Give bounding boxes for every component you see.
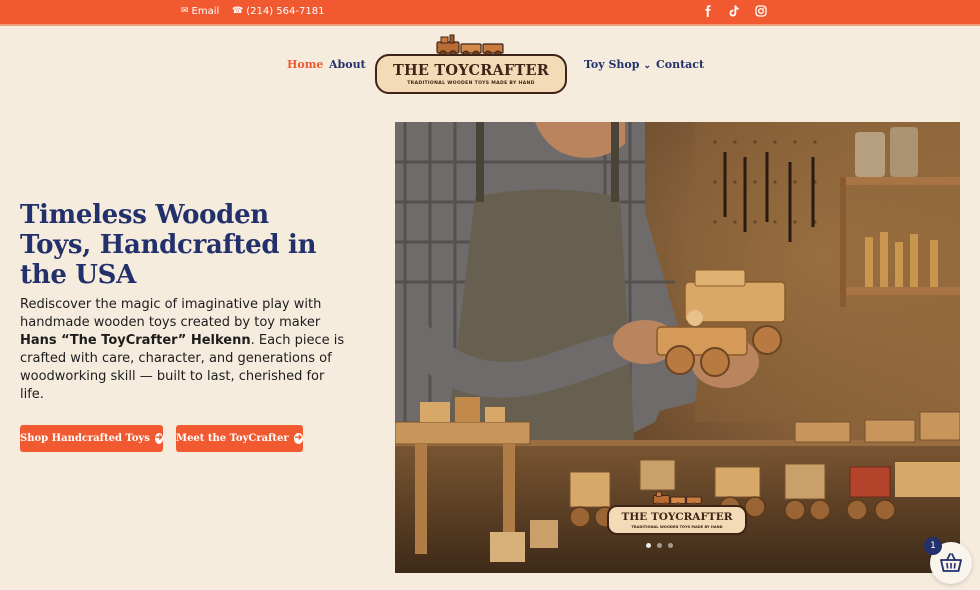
nav-about[interactable]: About bbox=[329, 58, 366, 71]
phone-link[interactable]: ☎ (214) 564-7181 bbox=[232, 0, 324, 22]
nav-toy-shop-label: Toy Shop bbox=[584, 58, 640, 71]
facebook-icon[interactable] bbox=[700, 3, 716, 19]
meet-button-label: Meet the ToyCrafter bbox=[176, 433, 289, 444]
slider-dot[interactable] bbox=[668, 543, 673, 548]
shop-button-label: Shop Handcrafted Toys bbox=[20, 433, 150, 444]
logo-title: The ToyCrafter bbox=[393, 62, 549, 79]
arrow-right-icon: ➜ bbox=[293, 433, 303, 444]
image-watermark-logo: The ToyCrafter TRADITIONAL WOODEN TOYS M… bbox=[607, 489, 747, 537]
hero-description: Rediscover the magic of imaginative play… bbox=[20, 296, 350, 404]
email-link[interactable]: ✉ Email bbox=[181, 0, 219, 22]
top-bar: ✉ Email ☎ (214) 564-7181 bbox=[0, 0, 980, 26]
cart-count-badge: 1 bbox=[924, 537, 942, 555]
hero-title-line: the USA bbox=[20, 260, 137, 290]
nav-toy-shop[interactable]: Toy Shop ⌄ bbox=[584, 58, 651, 71]
image-logo-subtitle: TRADITIONAL WOODEN TOYS MADE BY HAND bbox=[631, 525, 723, 529]
hero-desc-line: woodworking skill — built to last, cheri… bbox=[20, 369, 325, 384]
phone-icon: ☎ bbox=[232, 6, 244, 16]
nav-contact[interactable]: Contact bbox=[656, 58, 704, 71]
basket-icon bbox=[940, 553, 962, 572]
logo-subtitle: TRADITIONAL WOODEN TOYS MADE BY HAND bbox=[407, 81, 535, 86]
hero-title: Timeless Wooden Toys, Handcrafted in the… bbox=[20, 200, 340, 290]
hero-image: The ToyCrafter TRADITIONAL WOODEN TOYS M… bbox=[395, 122, 960, 573]
toymaker-name: Hans “The ToyCrafter” Helkenn bbox=[20, 333, 251, 348]
nav-home[interactable]: Home bbox=[287, 58, 323, 71]
hero-desc-line: life. bbox=[20, 387, 44, 402]
tiktok-icon[interactable] bbox=[726, 3, 742, 19]
hero-title-line: Toys, Handcrafted in bbox=[20, 230, 317, 260]
hero-title-line: Timeless Wooden bbox=[20, 200, 269, 230]
chevron-down-icon: ⌄ bbox=[643, 61, 651, 71]
envelope-icon: ✉ bbox=[181, 6, 189, 16]
site-logo[interactable]: The ToyCrafter TRADITIONAL WOODEN TOYS M… bbox=[375, 33, 567, 95]
phone-number[interactable]: (214) 564-7181 bbox=[246, 6, 324, 17]
arrow-right-icon: ➜ bbox=[154, 433, 163, 444]
hero-desc-line: crafted with care, character, and genera… bbox=[20, 351, 332, 366]
hero-desc-line: Rediscover the magic of imaginative play… bbox=[20, 297, 322, 312]
slider-dot[interactable] bbox=[657, 543, 662, 548]
meet-the-toycrafter-button[interactable]: Meet the ToyCrafter ➜ bbox=[176, 425, 303, 452]
shop-handcrafted-toys-button[interactable]: Shop Handcrafted Toys ➜ bbox=[20, 425, 163, 452]
email-label[interactable]: Email bbox=[192, 6, 220, 17]
image-logo-title: The ToyCrafter bbox=[621, 511, 733, 523]
hero-desc-line: Hans “The ToyCrafter” Helkenn. Each piec… bbox=[20, 332, 350, 350]
instagram-icon[interactable] bbox=[753, 3, 769, 19]
hero-desc-rest: . Each piece is bbox=[250, 333, 345, 348]
image-logo-badge: The ToyCrafter TRADITIONAL WOODEN TOYS M… bbox=[607, 505, 747, 535]
hero-desc-line: handmade wooden toys created by toy make… bbox=[20, 315, 321, 330]
slider-dot-active[interactable] bbox=[646, 543, 651, 548]
logo-badge: The ToyCrafter TRADITIONAL WOODEN TOYS M… bbox=[375, 54, 567, 94]
